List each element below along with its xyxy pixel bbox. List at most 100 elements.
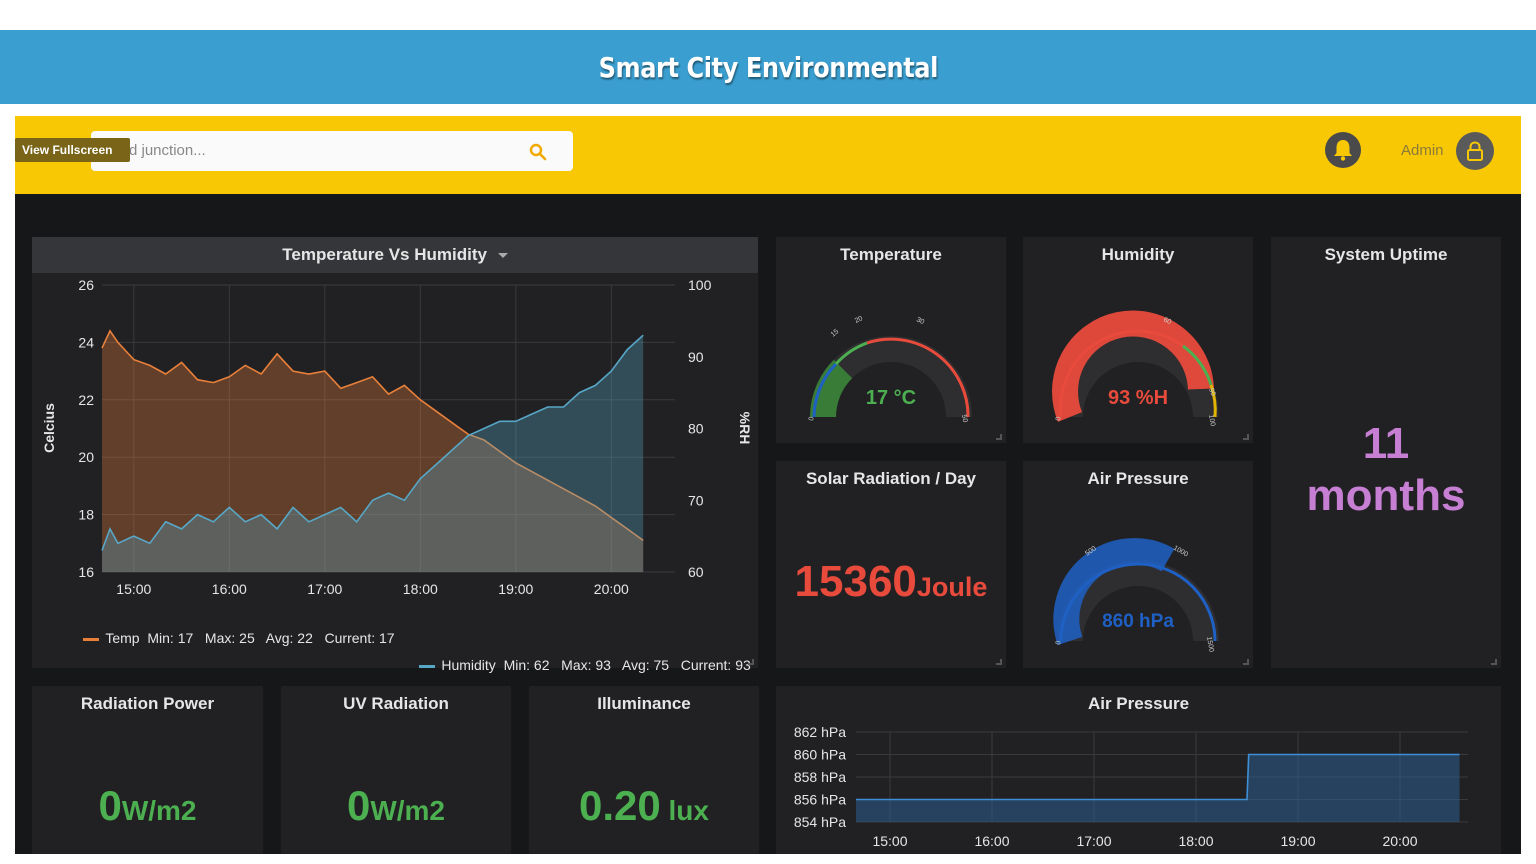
x-tick-label: 20:00 bbox=[594, 581, 629, 597]
resize-handle[interactable] bbox=[996, 434, 1002, 440]
panel-title[interactable]: Radiation Power bbox=[32, 694, 263, 714]
y-tick-label: 24 bbox=[78, 334, 94, 350]
panel-title[interactable]: System Uptime bbox=[1271, 245, 1501, 265]
panel-header[interactable]: Temperature Vs Humidity bbox=[32, 237, 758, 273]
y-tick-label: 20 bbox=[78, 449, 94, 465]
view-fullscreen-button[interactable]: View Fullscreen bbox=[15, 138, 130, 162]
temperature-value: 17 °C bbox=[865, 387, 917, 409]
solar-radiation-panel: Solar Radiation / Day 15360Joule bbox=[776, 461, 1006, 668]
uv-value: 0W/m2 bbox=[281, 782, 511, 830]
uv-number: 0 bbox=[346, 782, 371, 829]
y-right-tick-label: 80 bbox=[688, 421, 704, 437]
legend-humidity-text: Humidity Min: 62 Max: 93 Avg: 75 Current… bbox=[441, 657, 751, 673]
humidity-panel: Humidity 0 60 90 100 93 %H bbox=[1023, 237, 1253, 443]
y-right-tick-label: 100 bbox=[688, 277, 712, 293]
panel-title[interactable]: Solar Radiation / Day bbox=[776, 469, 1006, 489]
solar-number: 15360 bbox=[794, 557, 917, 606]
x-tick-label: 20:00 bbox=[1382, 833, 1417, 849]
y-tick-label: 16 bbox=[78, 564, 94, 580]
panel-title[interactable]: UV Radiation bbox=[281, 694, 511, 714]
y-tick-label: 856 hPa bbox=[794, 792, 846, 808]
svg-text:1500: 1500 bbox=[1205, 636, 1215, 653]
legend-temp-swatch bbox=[83, 637, 100, 641]
x-tick-label: 15:00 bbox=[872, 833, 907, 849]
panel-title[interactable]: Illuminance bbox=[529, 694, 759, 714]
uptime-value: 11 bbox=[1362, 419, 1410, 468]
illuminance-value: 0.20 lux bbox=[529, 782, 759, 830]
air-pressure-value: 860 hPa bbox=[1102, 611, 1174, 632]
radiation-unit: W/m2 bbox=[121, 795, 197, 826]
humidity-gauge: 0 60 90 100 bbox=[1052, 310, 1219, 427]
resize-handle[interactable] bbox=[996, 659, 1002, 665]
radiation-number: 0 bbox=[98, 782, 122, 829]
y-axis-label: Celcius bbox=[41, 403, 57, 453]
air-pressure-chart: 15:00 16:00 17:00 18:00 19:00 20:00 854 hPa 856… bbox=[794, 724, 1468, 849]
air-pressure-gauge: 0 500 1000 1500 bbox=[1053, 538, 1219, 653]
solar-value: 15360Joule bbox=[776, 557, 1006, 607]
y-right-axis-label: %RH bbox=[737, 412, 753, 445]
y-tick-label: 26 bbox=[78, 277, 94, 293]
svg-text:1000: 1000 bbox=[1172, 545, 1189, 559]
search-input[interactable]: d junction... bbox=[129, 142, 206, 159]
uptime-unit: months bbox=[1306, 471, 1466, 520]
temperature-panel: Temperature 0 15 20 30 50 17 °C bbox=[776, 237, 1006, 443]
temp-humidity-panel: Temperature Vs Humidity 15:00 16:00 17:00 1… bbox=[32, 237, 758, 673]
y-right-tick-label: 90 bbox=[688, 349, 704, 365]
legend-humidity[interactable]: Humidity Min: 62 Max: 93 Avg: 75 Current… bbox=[396, 641, 751, 689]
x-tick-label: 18:00 bbox=[1178, 833, 1213, 849]
svg-text:30: 30 bbox=[915, 316, 925, 326]
x-tick-label: 19:00 bbox=[1280, 833, 1315, 849]
x-tick-label: 18:00 bbox=[403, 581, 438, 597]
x-tick-label: 16:00 bbox=[974, 833, 1009, 849]
illuminance-number: 0.20 bbox=[579, 782, 661, 829]
svg-text:100: 100 bbox=[1207, 414, 1216, 427]
svg-text:50: 50 bbox=[960, 414, 968, 423]
radiation-power-value: 0W/m2 bbox=[32, 782, 263, 830]
air-pressure-chart-panel: Air Pressure 15:00 16:00 17:00 18:00 19:00 20… bbox=[776, 686, 1501, 854]
y-right-tick-label: 70 bbox=[688, 492, 704, 508]
resize-handle[interactable] bbox=[1243, 659, 1249, 665]
top-toolbar: d junction... View Fullscreen Admin bbox=[15, 116, 1521, 194]
panel-title-text[interactable]: Temperature Vs Humidity bbox=[282, 245, 487, 264]
series-area-air-pressure bbox=[856, 754, 1460, 822]
temperature-gauge: 0 15 20 30 50 bbox=[808, 315, 972, 423]
notification-bell-icon[interactable] bbox=[1325, 132, 1361, 168]
resize-handle[interactable] bbox=[1243, 434, 1249, 440]
uv-unit: W/m2 bbox=[370, 795, 446, 826]
legend-temp-text: Temp Min: 17 Max: 25 Avg: 22 Current: 17 bbox=[105, 630, 395, 646]
resize-handle[interactable] bbox=[1491, 659, 1497, 665]
y-right-tick-label: 60 bbox=[688, 564, 704, 580]
humidity-value: 93 %H bbox=[1107, 387, 1169, 409]
app-title: Smart City Environmental bbox=[598, 50, 938, 84]
chevron-down-icon[interactable] bbox=[497, 253, 508, 259]
resize-handle[interactable] bbox=[748, 659, 754, 665]
svg-text:15: 15 bbox=[830, 328, 841, 338]
y-tick-label: 858 hPa bbox=[794, 769, 846, 785]
solar-unit: Joule bbox=[916, 572, 988, 602]
legend-temp[interactable]: Temp Min: 17 Max: 25 Avg: 22 Current: 17 bbox=[60, 614, 395, 662]
y-tick-label: 18 bbox=[78, 507, 94, 523]
svg-text:20: 20 bbox=[854, 315, 864, 325]
x-tick-label: 17:00 bbox=[307, 581, 342, 597]
x-tick-label: 19:00 bbox=[498, 581, 533, 597]
temp-humidity-chart: 15:00 16:00 17:00 18:00 19:00 20:00 16 18 20 22 24… bbox=[41, 277, 753, 597]
search-icon[interactable] bbox=[529, 143, 547, 166]
illuminance-unit: lux bbox=[668, 795, 709, 826]
system-uptime-panel: System Uptime 11 months bbox=[1271, 237, 1501, 668]
search-box[interactable]: d junction... bbox=[91, 131, 573, 171]
legend-humidity-swatch bbox=[419, 664, 436, 668]
y-tick-label: 22 bbox=[78, 392, 94, 408]
y-tick-label: 854 hPa bbox=[794, 814, 846, 830]
y-tick-label: 860 hPa bbox=[794, 747, 846, 763]
admin-label[interactable]: Admin bbox=[1401, 142, 1444, 159]
uv-radiation-panel: UV Radiation 0W/m2 bbox=[281, 686, 511, 854]
x-tick-label: 15:00 bbox=[116, 581, 151, 597]
x-tick-label: 17:00 bbox=[1076, 833, 1111, 849]
air-pressure-gauge-panel: Air Pressure 0 500 1000 1500 860 hPa bbox=[1023, 461, 1253, 668]
y-tick-label: 862 hPa bbox=[794, 724, 846, 740]
admin-lock-icon[interactable] bbox=[1456, 132, 1494, 170]
dashboard: Temperature Vs Humidity 15:00 16:00 17:00 1… bbox=[15, 194, 1521, 854]
panel-title[interactable]: Temperature Vs Humidity bbox=[32, 245, 758, 265]
radiation-power-panel: Radiation Power 0W/m2 bbox=[32, 686, 263, 854]
app-title-bar: Smart City Environmental bbox=[0, 30, 1536, 104]
